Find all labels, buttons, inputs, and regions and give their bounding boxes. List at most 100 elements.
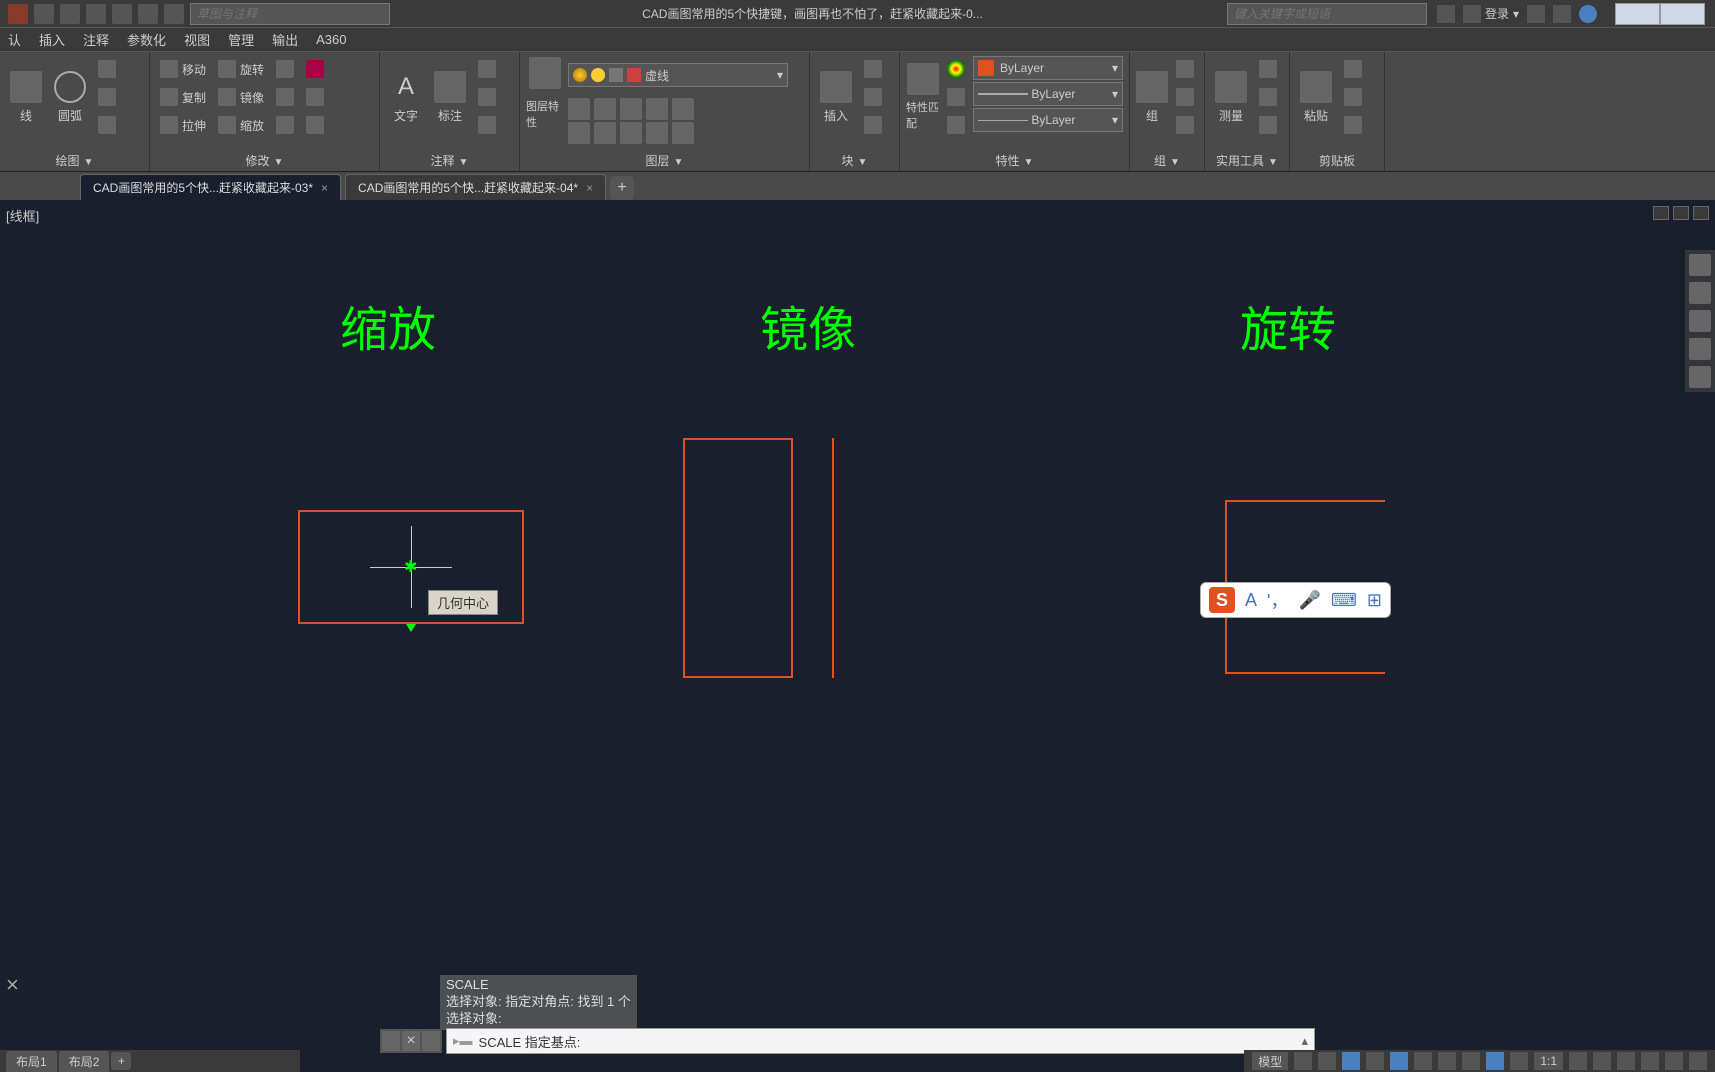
layer-tool-icon[interactable]: [620, 98, 642, 120]
command-input[interactable]: ▸▬ SCALE 指定基点: ▴: [446, 1028, 1315, 1054]
selection-cycling-icon[interactable]: [1510, 1052, 1528, 1070]
trim-icon[interactable]: [272, 56, 298, 82]
cut-icon[interactable]: [1340, 56, 1366, 82]
ungroup-icon[interactable]: [1172, 56, 1198, 82]
edit-block-icon[interactable]: [860, 84, 886, 110]
keyword-search[interactable]: [1227, 3, 1427, 25]
layer-tool-icon[interactable]: [568, 122, 590, 144]
layer-tool-icon[interactable]: [672, 98, 694, 120]
clean-screen-icon[interactable]: [1665, 1052, 1683, 1070]
ime-mode[interactable]: A: [1245, 590, 1257, 611]
arc-button[interactable]: 圆弧: [50, 56, 90, 138]
osnap-toggle-icon[interactable]: [1390, 1052, 1408, 1070]
layer-tool-icon[interactable]: [568, 98, 590, 120]
dynamic-input-icon[interactable]: [1486, 1052, 1504, 1070]
panel-draw-title[interactable]: 绘图▼: [0, 152, 149, 169]
props-icon[interactable]: [943, 112, 969, 138]
rotate-button[interactable]: 旋转: [214, 56, 268, 82]
collab-icon[interactable]: [1437, 5, 1455, 23]
insert-button[interactable]: 插入: [816, 56, 856, 138]
match-properties-button[interactable]: 特性匹配: [906, 56, 939, 138]
menu-annotate[interactable]: 注释: [83, 30, 109, 49]
close-icon[interactable]: ×: [586, 181, 593, 195]
mtext-icon[interactable]: [474, 112, 500, 138]
model-space-button[interactable]: 模型: [1252, 1052, 1288, 1070]
copy-button[interactable]: 复制: [156, 84, 210, 110]
close-icon[interactable]: ×: [402, 1031, 420, 1051]
add-layout-button[interactable]: +: [111, 1052, 131, 1070]
paste-special-icon[interactable]: [1340, 112, 1366, 138]
table-icon[interactable]: [474, 84, 500, 110]
layer-tool-icon[interactable]: [672, 122, 694, 144]
viewcube-icon[interactable]: [1689, 254, 1711, 276]
qat-save-icon[interactable]: [86, 4, 106, 24]
erase-icon[interactable]: [302, 56, 328, 82]
annotation-scale[interactable]: 1:1: [1534, 1052, 1563, 1070]
line-button[interactable]: 线: [6, 56, 46, 138]
command-line-handle[interactable]: ×: [380, 1029, 442, 1053]
close-x-icon[interactable]: ×: [0, 968, 25, 1002]
dimension-button[interactable]: 标注: [430, 56, 470, 138]
group-button[interactable]: 组: [1136, 56, 1168, 138]
qat-saveas-icon[interactable]: [112, 4, 132, 24]
util-icon[interactable]: [1255, 84, 1281, 110]
panel-modify-title[interactable]: 修改▼: [150, 152, 379, 169]
help-icon[interactable]: [1579, 5, 1597, 23]
menu-output[interactable]: 输出: [272, 30, 298, 49]
panel-layers-title[interactable]: 图层▼: [520, 152, 809, 169]
array-icon[interactable]: [272, 112, 298, 138]
orbit-icon[interactable]: [1689, 338, 1711, 360]
layer-selector[interactable]: 虚线 ▾: [568, 63, 788, 87]
add-tab-button[interactable]: +: [610, 176, 634, 200]
close-icon[interactable]: ×: [321, 181, 328, 195]
menu-manage[interactable]: 管理: [228, 30, 254, 49]
explode-icon[interactable]: [302, 84, 328, 110]
qat-open-icon[interactable]: [60, 4, 80, 24]
drawing-area[interactable]: [线框] 缩放 镜像 旋转 ✱ 几何中心 S A '， 🎤 ⌨ ⊞ ×: [0, 200, 1715, 1042]
layout-tab-1[interactable]: 布局1: [6, 1051, 57, 1072]
snap-toggle-icon[interactable]: [1318, 1052, 1336, 1070]
polyline-icon[interactable]: [94, 56, 120, 82]
util-icon[interactable]: [1255, 112, 1281, 138]
otrack-toggle-icon[interactable]: [1414, 1052, 1432, 1070]
exchange-icon[interactable]: [1553, 5, 1571, 23]
linetype-selector[interactable]: ByLayer▾: [973, 108, 1123, 132]
qat-new-icon[interactable]: [34, 4, 54, 24]
group-edit-icon[interactable]: [1172, 84, 1198, 110]
minimize-button[interactable]: [1615, 3, 1660, 25]
app-icon[interactable]: [8, 4, 28, 24]
leader-icon[interactable]: [474, 56, 500, 82]
group-select-icon[interactable]: [1172, 112, 1198, 138]
history-dropdown-icon[interactable]: ▴: [1301, 1033, 1308, 1049]
workspace-selector[interactable]: [190, 3, 390, 25]
panel-properties-title[interactable]: 特性▼: [900, 152, 1129, 169]
layer-tool-icon[interactable]: [594, 122, 616, 144]
layer-tool-icon[interactable]: [594, 98, 616, 120]
circle-icon[interactable]: [94, 84, 120, 110]
annotation-monitor-icon[interactable]: [1593, 1052, 1611, 1070]
layer-tool-icon[interactable]: [646, 122, 668, 144]
menu-insert[interactable]: 插入: [39, 30, 65, 49]
workspace-icon[interactable]: [1569, 1052, 1587, 1070]
shape-rect-2[interactable]: [683, 438, 793, 678]
transparency-toggle-icon[interactable]: [1462, 1052, 1480, 1070]
view-label[interactable]: [线框]: [6, 206, 39, 225]
shape-line-mirror[interactable]: [832, 438, 834, 678]
paste-button[interactable]: 粘贴: [1296, 56, 1336, 138]
dw-close[interactable]: [1693, 206, 1709, 220]
doc-tab-1[interactable]: CAD画图常用的5个快...赶紧收藏起来-03*×: [80, 174, 341, 200]
menu-default[interactable]: 认: [8, 30, 21, 49]
dw-minimize[interactable]: [1653, 206, 1669, 220]
login-button[interactable]: 登录 ▾: [1463, 5, 1519, 23]
menu-parametric[interactable]: 参数化: [127, 30, 166, 49]
panel-utilities-title[interactable]: 实用工具▼: [1205, 152, 1289, 169]
lineweight-selector[interactable]: ByLayer▾: [973, 82, 1123, 106]
qat-undo-icon[interactable]: [138, 4, 158, 24]
panel-block-title[interactable]: 块▼: [810, 152, 899, 169]
menu-a360[interactable]: A360: [316, 32, 346, 47]
text-button[interactable]: A文字: [386, 56, 426, 138]
grid-toggle-icon[interactable]: [1294, 1052, 1312, 1070]
dw-maximize[interactable]: [1673, 206, 1689, 220]
create-block-icon[interactable]: [860, 56, 886, 82]
copy-clip-icon[interactable]: [1340, 84, 1366, 110]
